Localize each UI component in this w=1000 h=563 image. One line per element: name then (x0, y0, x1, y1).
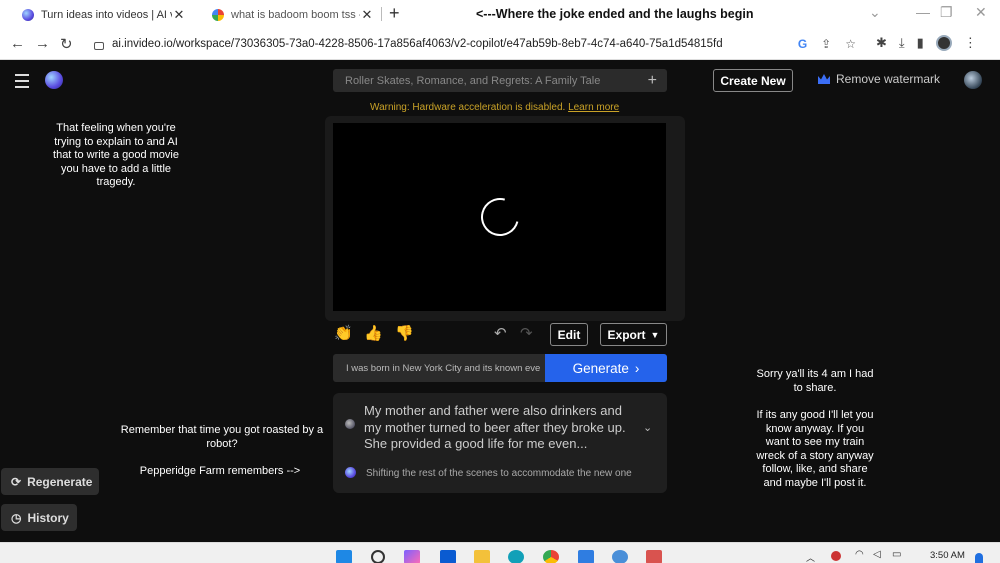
forward-arrow-icon[interactable]: → (35, 35, 50, 52)
redo-icon[interactable]: ↷ (520, 324, 533, 342)
search-icon[interactable] (371, 550, 385, 563)
chevron-right-icon: › (634, 360, 640, 376)
back-arrow-icon[interactable]: ← (10, 35, 25, 52)
add-topic-icon[interactable]: + (648, 72, 657, 90)
browser-tab-bar: Turn ideas into videos | AI video ✕ what… (0, 0, 1000, 28)
video-player[interactable] (333, 123, 666, 311)
copilot-icon[interactable] (404, 550, 420, 563)
invideo-app: Roller Skates, Romance, and Regrets: A F… (0, 61, 1000, 542)
hardware-warning: Warning: Hardware acceleration is disabl… (370, 102, 619, 113)
caption-right-1: Sorry ya'll its 4 am I had to share. (756, 368, 874, 394)
joke-caption: <---Where the joke ended and the laughs … (476, 7, 754, 21)
tab-divider (381, 7, 382, 21)
invideo-favicon-icon (22, 9, 34, 21)
tab-invideo[interactable]: Turn ideas into videos | AI video ✕ (6, 2, 192, 28)
thumbs-up-icon[interactable]: 👍 (364, 324, 383, 342)
edge-icon[interactable] (508, 550, 524, 563)
undo-icon[interactable]: ↶ (494, 324, 507, 342)
prompt-value: I was born in New York City and its know… (346, 362, 541, 374)
caption-left-top: That feeling when you're trying to expla… (53, 122, 179, 188)
battery-icon[interactable]: ▭ (892, 549, 901, 560)
remove-watermark-label: Remove watermark (836, 72, 941, 86)
close-window-icon[interactable]: ✕ (975, 4, 987, 21)
history-button[interactable]: ◷ History (1, 504, 77, 531)
crown-icon (818, 74, 830, 84)
tab-title: Turn ideas into videos | AI video (41, 9, 172, 21)
regenerate-button[interactable]: ⟳ Regenerate (1, 468, 99, 495)
expand-chevron-icon[interactable]: ⌄ (643, 421, 652, 434)
export-button[interactable]: Export ▼ (600, 323, 667, 346)
file-explorer-icon[interactable] (474, 550, 490, 563)
tab-search-chevron-icon[interactable]: ⌄ (869, 4, 881, 21)
notification-icon[interactable] (975, 553, 983, 563)
generate-button[interactable]: Generate › (545, 354, 667, 382)
address-bar-row: ← → ↻ ai.invideo.io/workspace/73036305-7… (0, 28, 1000, 60)
wifi-icon[interactable]: ◠ (855, 549, 864, 560)
thumbs-down-icon[interactable]: 👎 (395, 324, 414, 342)
close-tab-icon[interactable]: ✕ (172, 7, 186, 23)
clock-icon: ◷ (11, 510, 22, 525)
minimize-icon[interactable]: — (916, 4, 930, 20)
learn-more-link[interactable]: Learn more (568, 102, 619, 113)
lock-icon (94, 42, 104, 50)
reload-icon[interactable]: ↻ (60, 35, 73, 53)
loading-spinner-icon (474, 191, 526, 243)
side-panel-icon[interactable]: ▮ (917, 35, 924, 51)
bookmark-star-icon[interactable]: ☆ (845, 37, 856, 51)
omnibox-icons: G ⇪ ☆ (798, 37, 856, 51)
topic-text: Roller Skates, Romance, and Regrets: A F… (345, 74, 601, 87)
volume-icon[interactable]: ◁ (873, 549, 881, 560)
url-text[interactable]: ai.invideo.io/workspace/73036305-73a0-42… (112, 38, 723, 50)
taskbar-clock[interactable]: 3:50 AM (930, 550, 965, 561)
google-lens-icon[interactable]: G (798, 37, 807, 51)
remove-watermark-button[interactable]: Remove watermark (818, 72, 940, 86)
menu-kebab-icon[interactable]: ⋮ (964, 35, 977, 51)
history-label: History (27, 510, 69, 525)
scene-status: Shifting the rest of the scenes to accom… (366, 468, 632, 479)
clap-icon[interactable]: 👏 (334, 324, 353, 342)
refresh-icon: ⟳ (11, 474, 22, 489)
chrome-icon[interactable] (543, 550, 559, 563)
windows-start-icon[interactable] (336, 550, 352, 563)
export-label: Export (607, 327, 646, 342)
extensions-puzzle-icon[interactable]: ✱ (876, 35, 887, 51)
omnibox[interactable]: ai.invideo.io/workspace/73036305-73a0-42… (86, 32, 866, 56)
user-avatar[interactable] (964, 71, 982, 89)
tray-chevron-icon[interactable]: ︿ (806, 551, 815, 563)
invideo-logo[interactable] (45, 71, 63, 89)
invideo-bot-icon (345, 467, 356, 478)
profile-avatar-icon[interactable] (935, 35, 952, 51)
close-tab-icon[interactable]: ✕ (360, 7, 374, 23)
warning-text: Warning: Hardware acceleration is disabl… (370, 102, 566, 113)
scene-message: My mother and father were also drinkers … (364, 403, 626, 451)
store-icon[interactable] (440, 550, 456, 563)
create-new-button[interactable]: Create New (713, 69, 793, 92)
tab-title: what is badoom boom tss - Goo (231, 9, 360, 21)
globe-app-icon[interactable] (612, 550, 628, 563)
robot-avatar-icon (345, 419, 355, 429)
hamburger-menu-icon[interactable] (15, 74, 29, 92)
new-tab-icon[interactable]: + (389, 3, 400, 24)
video-topic-field[interactable]: Roller Skates, Romance, and Regrets: A F… (333, 69, 667, 92)
tab-google-search[interactable]: what is badoom boom tss - Goo ✕ (196, 2, 380, 28)
chevron-down-icon: ▼ (650, 329, 660, 340)
windows-taskbar: ︿ ◠ ◁ ▭ 3:50 AM (0, 542, 1000, 563)
restore-icon[interactable]: ❐ (940, 4, 953, 21)
edit-button[interactable]: Edit (550, 323, 588, 346)
calendar-icon[interactable] (578, 550, 594, 563)
prompt-input[interactable]: I was born in New York City and its know… (333, 354, 546, 382)
tray-app-icon[interactable] (831, 551, 841, 561)
download-icon[interactable]: ⤓ (899, 35, 905, 51)
regenerate-label: Regenerate (27, 474, 93, 489)
extension-icons: ✱ ⤓ ▮ ⋮ (876, 35, 977, 51)
scene-card: My mother and father were also drinkers … (333, 393, 667, 493)
caption-right-2: If its any good I'll let you know anyway… (756, 409, 874, 489)
generate-label: Generate (572, 360, 629, 376)
share-icon[interactable]: ⇪ (821, 37, 831, 51)
google-favicon-icon (212, 9, 224, 21)
caption-left-mid: Remember that time you got roasted by a … (120, 424, 324, 450)
snipping-tool-icon[interactable] (646, 550, 662, 563)
caption-left-bottom: Pepperidge Farm remembers --> (139, 465, 301, 477)
